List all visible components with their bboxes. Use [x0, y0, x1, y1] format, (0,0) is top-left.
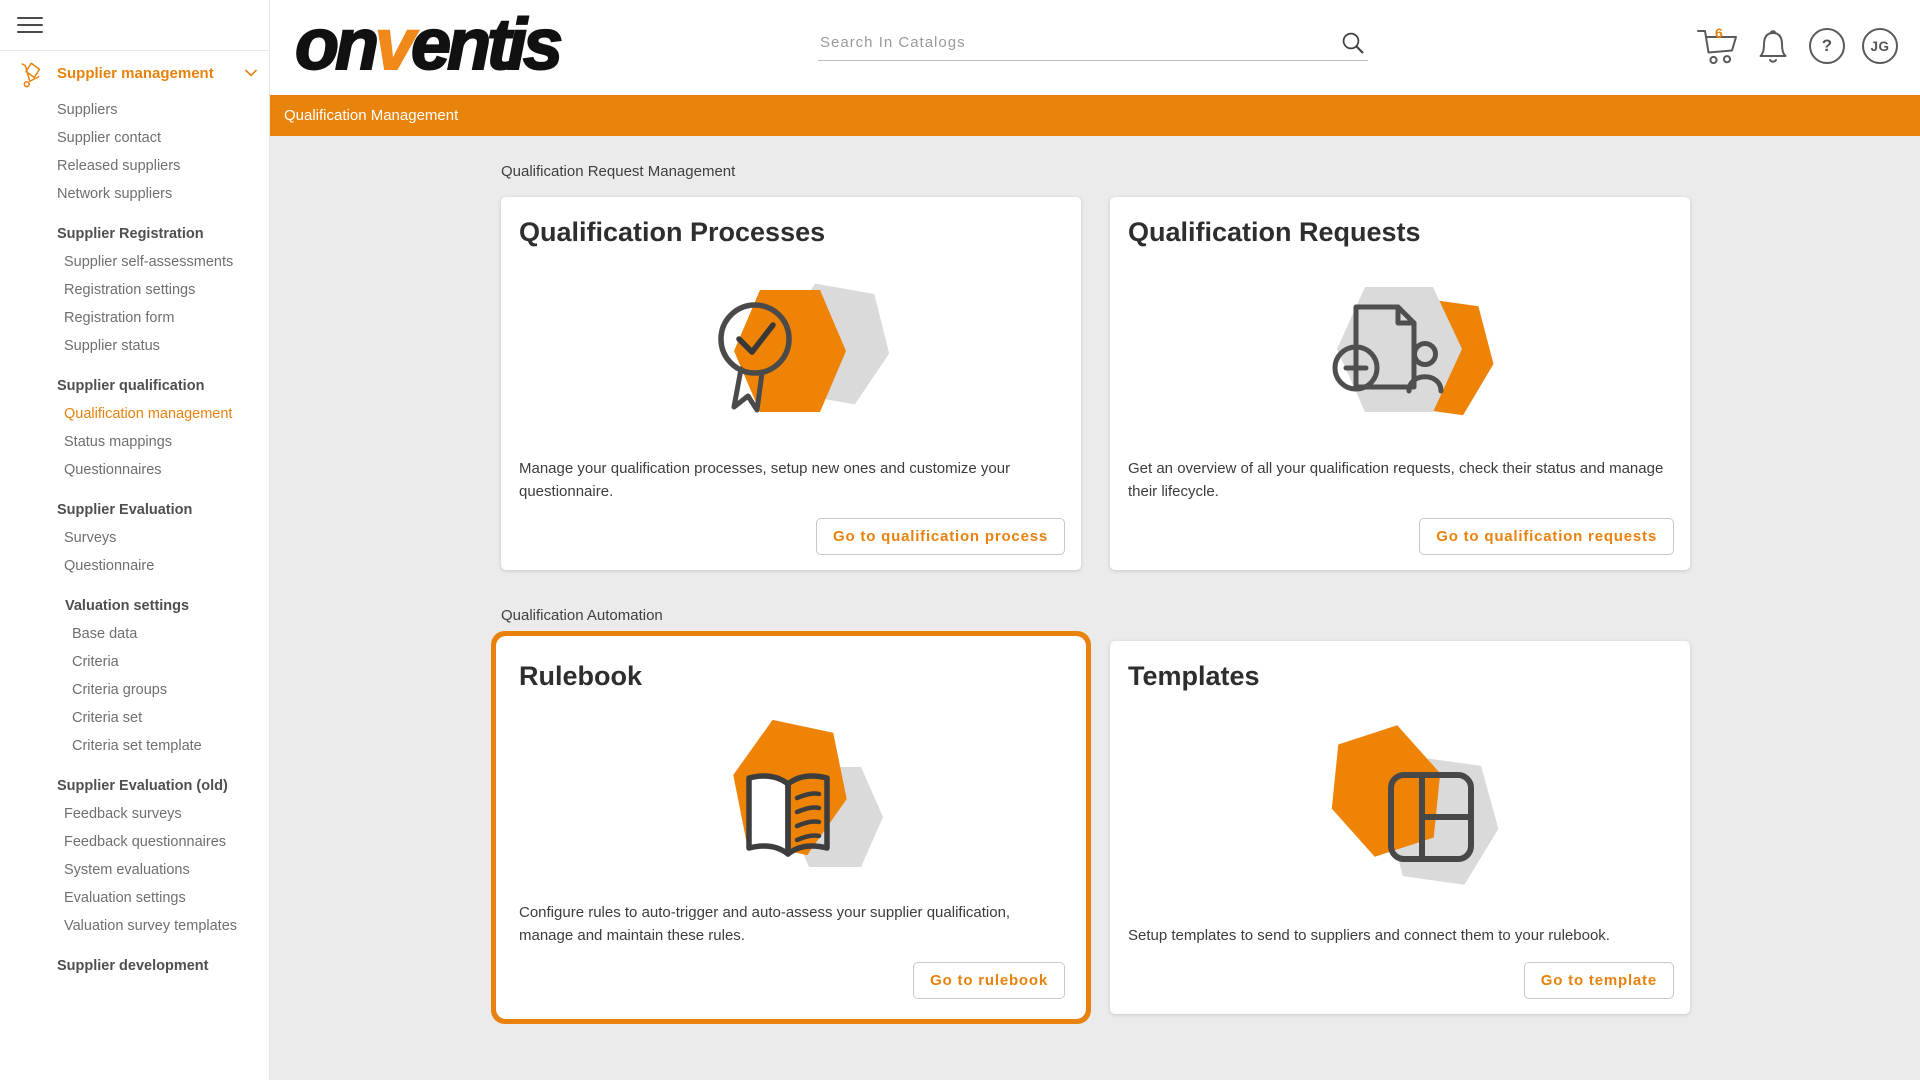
sidebar-item-valuation-survey-templates[interactable]: Valuation survey templates	[0, 912, 269, 940]
sidebar-root-supplier-management[interactable]: Supplier management	[0, 60, 269, 90]
section-label-automation: Qualification Automation	[501, 607, 1920, 624]
main-content: Qualification Request Management Qualifi…	[270, 136, 1920, 1080]
avatar-initials: JG	[1862, 28, 1898, 64]
sidebar-item-criteria-groups[interactable]: Criteria groups	[0, 676, 269, 704]
sidebar-item-status-mappings[interactable]: Status mappings	[0, 428, 269, 456]
logo-accent-v: v	[375, 5, 411, 85]
topbar: onventis 6 ? JG	[270, 0, 1920, 95]
sidebar-header-supplier-evaluation: Supplier Evaluation	[0, 496, 269, 524]
sidebar-item-surveys[interactable]: Surveys	[0, 524, 269, 552]
sidebar-item-registration-form[interactable]: Registration form	[0, 304, 269, 332]
help-button[interactable]: ?	[1808, 28, 1846, 64]
breadcrumb-bar: Qualification Management	[270, 95, 1920, 136]
layout-grid-hexagon-icon	[1294, 723, 1509, 893]
rulebook-illustration	[519, 692, 1065, 902]
sidebar-divider	[0, 50, 269, 51]
card-row-automation: Rulebook	[501, 641, 1920, 1014]
sidebar-item-base-data[interactable]: Base data	[0, 620, 269, 648]
sidebar-item-released-suppliers[interactable]: Released suppliers	[0, 152, 269, 180]
sidebar-header-supplier-qualification: Supplier qualification	[0, 372, 269, 400]
card-templates: Templates Setup templates to send to sup…	[1110, 641, 1690, 1014]
user-avatar[interactable]: JG	[1860, 28, 1900, 64]
sidebar-item-qualification-management[interactable]: Qualification management	[0, 400, 269, 428]
sidebar-item-supplier-status[interactable]: Supplier status	[0, 332, 269, 360]
document-add-person-hexagon-icon	[1294, 269, 1509, 437]
card-qualification-requests: Qualification Requests Get an overview o	[1110, 197, 1690, 570]
go-to-rulebook-button[interactable]: Go to rulebook	[913, 962, 1065, 999]
sidebar-item-questionnaire[interactable]: Questionnaire	[0, 552, 269, 580]
templates-illustration	[1128, 692, 1674, 925]
topbar-icon-group: 6 ? JG	[1694, 24, 1900, 68]
card-title: Rulebook	[519, 661, 1065, 692]
sidebar-item-criteria-set[interactable]: Criteria set	[0, 704, 269, 732]
card-title: Qualification Requests	[1128, 217, 1674, 248]
sidebar: Supplier management Suppliers Supplier c…	[0, 0, 270, 1080]
cart-count-badge: 6	[1715, 25, 1723, 41]
sidebar-item-network-suppliers[interactable]: Network suppliers	[0, 180, 269, 208]
notifications-button[interactable]	[1754, 26, 1792, 66]
medal-check-hexagon-icon	[685, 269, 900, 437]
card-description: Setup templates to send to suppliers and…	[1128, 925, 1674, 948]
card-description: Configure rules to auto-trigger and auto…	[519, 902, 1065, 947]
sidebar-item-supplier-contact[interactable]: Supplier contact	[0, 124, 269, 152]
question-mark-icon: ?	[1809, 28, 1845, 64]
hamburger-menu-icon[interactable]	[17, 17, 43, 35]
hand-truck-icon	[14, 58, 44, 88]
sidebar-header-supplier-registration: Supplier Registration	[0, 220, 269, 248]
card-description: Get an overview of all your qualificatio…	[1128, 458, 1674, 503]
sidebar-item-suppliers[interactable]: Suppliers	[0, 96, 269, 124]
cart-button[interactable]: 6	[1694, 24, 1742, 68]
card-rulebook: Rulebook	[501, 641, 1081, 1014]
sidebar-item-criteria[interactable]: Criteria	[0, 648, 269, 676]
qualification-requests-illustration	[1128, 248, 1674, 458]
onventis-logo[interactable]: onventis	[295, 9, 559, 81]
sidebar-item-feedback-surveys[interactable]: Feedback surveys	[0, 800, 269, 828]
open-book-hexagon-icon	[685, 712, 900, 882]
catalog-search	[818, 28, 1368, 61]
card-row-request-management: Qualification Processes Manage your qual…	[501, 197, 1920, 570]
go-to-qualification-process-button[interactable]: Go to qualification process	[816, 518, 1065, 555]
sidebar-item-evaluation-settings[interactable]: Evaluation settings	[0, 884, 269, 912]
bell-icon	[1754, 26, 1792, 66]
card-qualification-processes: Qualification Processes Manage your qual…	[501, 197, 1081, 570]
sidebar-header-supplier-evaluation-old: Supplier Evaluation (old)	[0, 772, 269, 800]
sidebar-item-criteria-set-template[interactable]: Criteria set template	[0, 732, 269, 760]
card-title: Templates	[1128, 661, 1674, 692]
card-title: Qualification Processes	[519, 217, 1065, 248]
go-to-qualification-requests-button[interactable]: Go to qualification requests	[1419, 518, 1674, 555]
sidebar-item-questionnaires[interactable]: Questionnaires	[0, 456, 269, 484]
sidebar-root-label: Supplier management	[57, 65, 214, 82]
search-input[interactable]	[818, 28, 1368, 60]
qualification-processes-illustration	[519, 248, 1065, 458]
sidebar-item-registration-settings[interactable]: Registration settings	[0, 276, 269, 304]
section-label-request-management: Qualification Request Management	[501, 163, 1920, 180]
sidebar-item-feedback-questionnaires[interactable]: Feedback questionnaires	[0, 828, 269, 856]
logo-text-right: entis	[411, 5, 559, 85]
sidebar-item-system-evaluations[interactable]: System evaluations	[0, 856, 269, 884]
sidebar-item-supplier-self-assessments[interactable]: Supplier self-assessments	[0, 248, 269, 276]
sidebar-nav-list: Suppliers Supplier contact Released supp…	[0, 96, 269, 980]
page-title: Qualification Management	[270, 95, 1920, 136]
card-description: Manage your qualification processes, set…	[519, 458, 1065, 503]
go-to-template-button[interactable]: Go to template	[1524, 962, 1674, 999]
sidebar-header-supplier-development: Supplier development	[0, 952, 269, 980]
sidebar-header-valuation-settings: Valuation settings	[0, 592, 269, 620]
chevron-down-icon[interactable]	[245, 69, 257, 77]
logo-text-left: on	[295, 5, 375, 85]
search-icon[interactable]	[1340, 30, 1366, 56]
